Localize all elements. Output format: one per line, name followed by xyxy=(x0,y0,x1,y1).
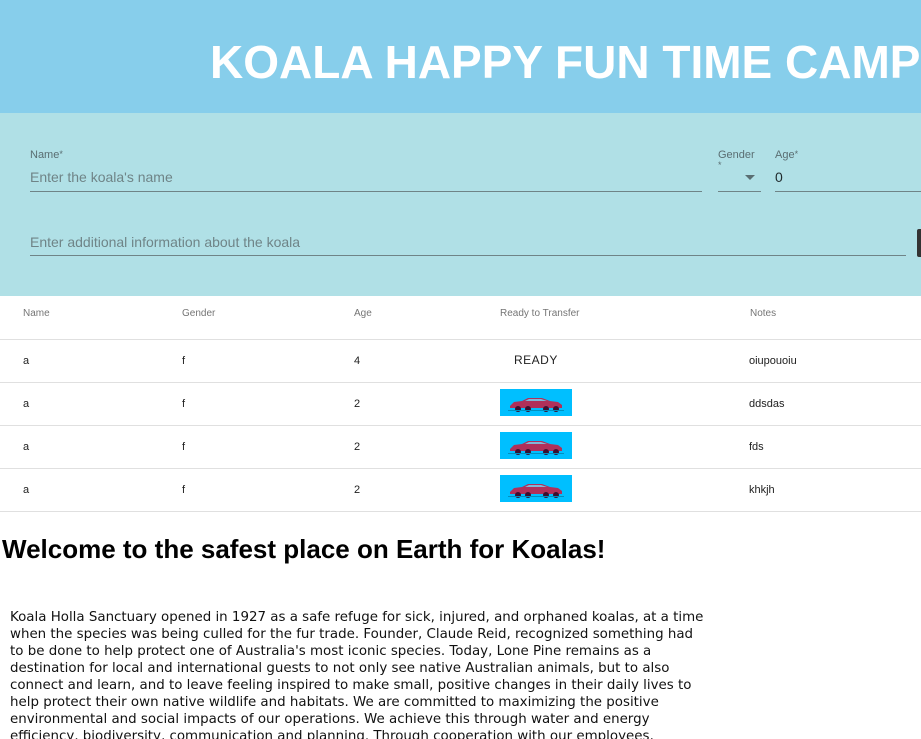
column-header-notes: Notes xyxy=(750,308,777,319)
column-header-gender: Gender xyxy=(182,308,216,319)
cell-age: 2 xyxy=(354,484,361,496)
table-header-row: Name Gender Age Ready to Transfer Notes xyxy=(0,296,921,340)
cell-notes: fds xyxy=(749,441,764,453)
table-row: a f 2 khkjh xyxy=(0,469,921,512)
table-row: a f 2 ddsdas xyxy=(0,383,921,426)
koala-form: Name* Gender * Age* 0 xyxy=(0,113,921,296)
age-underline xyxy=(775,191,921,192)
transfer-car-image xyxy=(500,475,572,502)
caret-down-icon xyxy=(745,175,755,180)
cell-age: 2 xyxy=(354,398,361,410)
cell-name: a xyxy=(23,484,30,496)
ready-transfer-button[interactable]: READY xyxy=(514,353,558,367)
cell-gender: f xyxy=(182,441,186,453)
cell-gender: f xyxy=(182,355,186,367)
column-header-age: Age xyxy=(354,308,372,319)
table-row: a f 4 READY oiupouoiu xyxy=(0,340,921,383)
cell-notes: ddsdas xyxy=(749,398,785,410)
age-required-mark: * xyxy=(794,149,799,159)
age-label-text: Age xyxy=(775,149,795,161)
cell-gender: f xyxy=(182,484,186,496)
cell-age: 2 xyxy=(354,441,361,453)
name-field-label: Name* xyxy=(30,149,63,161)
page-title: KOALA HAPPY FUN TIME CAMP xyxy=(210,36,921,88)
name-required-mark: * xyxy=(59,149,63,159)
cell-notes: oiupouoiu xyxy=(749,355,797,367)
cell-age: 4 xyxy=(354,355,361,367)
cell-gender: f xyxy=(182,398,186,410)
article-body: Koala Holla Sanctuary opened in 1927 as … xyxy=(10,610,704,739)
gender-label-text: Gender xyxy=(718,149,755,161)
column-header-name: Name xyxy=(23,308,50,319)
name-underline xyxy=(30,191,702,192)
notes-underline xyxy=(30,255,906,256)
notes-input[interactable] xyxy=(30,233,906,251)
gender-select[interactable] xyxy=(718,165,761,191)
transfer-car-image xyxy=(500,432,572,459)
cell-notes: khkjh xyxy=(749,484,775,496)
koala-camp-page: KOALA HAPPY FUN TIME CAMP Name* Gender *… xyxy=(0,0,921,739)
car-icon xyxy=(508,398,564,412)
cell-name: a xyxy=(23,398,30,410)
submit-button-edge[interactable] xyxy=(917,229,921,257)
transfer-car-image xyxy=(500,389,572,416)
table-row: a f 2 fds xyxy=(0,426,921,469)
gender-field-label: Gender xyxy=(718,149,755,161)
page-header: KOALA HAPPY FUN TIME CAMP xyxy=(0,0,921,113)
car-icon xyxy=(508,484,564,498)
welcome-heading: Welcome to the safest place on Earth for… xyxy=(2,534,606,564)
age-field-label: Age* xyxy=(775,149,798,161)
name-label-text: Name xyxy=(30,149,60,161)
gender-underline xyxy=(718,191,761,192)
age-input[interactable]: 0 xyxy=(775,169,783,185)
column-header-ready: Ready to Transfer xyxy=(500,308,580,319)
cell-name: a xyxy=(23,355,30,367)
name-input[interactable] xyxy=(30,168,702,186)
car-icon xyxy=(508,441,564,455)
cell-name: a xyxy=(23,441,30,453)
